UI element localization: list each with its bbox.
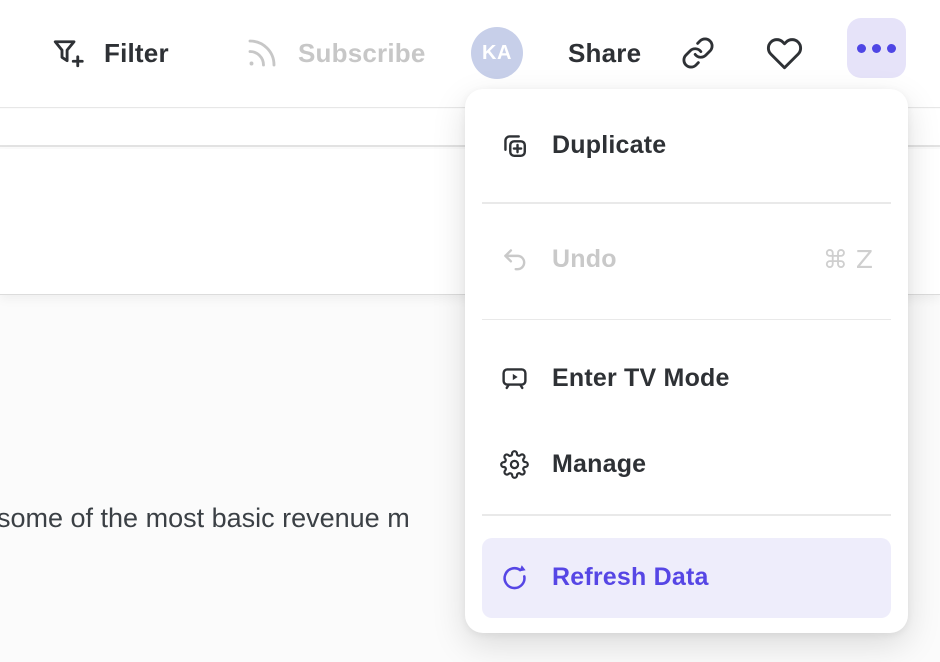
menu-divider (482, 202, 891, 204)
avatar-initials: KA (471, 27, 523, 79)
more-options-button[interactable] (847, 18, 906, 78)
menu-item-refresh-data[interactable]: Refresh Data (482, 538, 891, 618)
gear-icon (500, 450, 529, 479)
heart-icon (766, 35, 803, 72)
refresh-icon (500, 563, 529, 592)
tv-mode-icon (500, 364, 529, 393)
more-options-container (847, 18, 906, 78)
menu-item-manage[interactable]: Manage (482, 424, 891, 504)
dashboard-text-fragment: some of the most basic revenue m (0, 503, 410, 534)
subscribe-label: Subscribe (298, 38, 426, 69)
filter-button[interactable]: Filter (50, 0, 169, 106)
menu-item-undo[interactable]: Undo ⌘ Z (482, 220, 891, 300)
menu-item-label: Duplicate (552, 131, 666, 160)
ellipsis-icon (857, 44, 866, 53)
menu-item-label: Undo (552, 245, 617, 274)
filter-label: Filter (104, 38, 169, 69)
menu-divider (482, 514, 891, 516)
filter-plus-icon (50, 35, 86, 71)
menu-item-label: Enter TV Mode (552, 364, 730, 393)
menu-item-duplicate[interactable]: Duplicate (482, 105, 891, 185)
rss-icon (244, 35, 280, 71)
undo-icon (500, 245, 529, 274)
share-label: Share (568, 38, 641, 69)
menu-item-label: Refresh Data (552, 563, 709, 592)
undo-shortcut: ⌘ Z (823, 245, 873, 274)
duplicate-icon (500, 131, 529, 160)
link-icon (681, 36, 715, 70)
menu-item-label: Manage (552, 450, 646, 479)
menu-divider (482, 319, 891, 321)
subscribe-button[interactable]: Subscribe (244, 0, 426, 106)
more-options-menu: Duplicate Undo ⌘ Z Enter TV Mode (465, 89, 908, 633)
menu-item-enter-tv-mode[interactable]: Enter TV Mode (482, 338, 891, 418)
